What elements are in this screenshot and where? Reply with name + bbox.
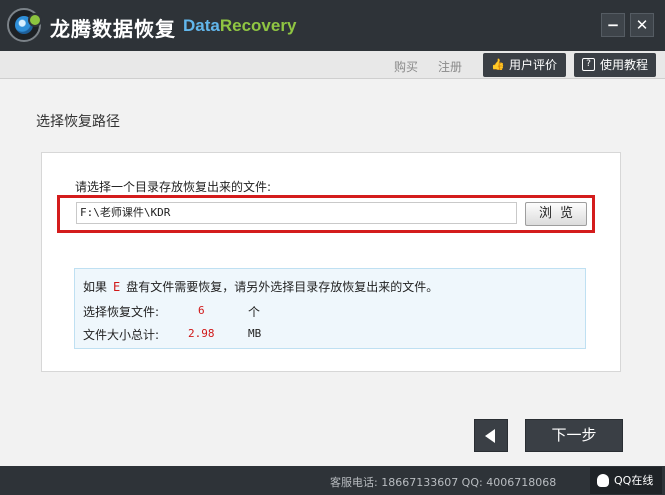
qq-online-label: QQ在线: [614, 474, 654, 487]
path-panel: 请选择一个目录存放恢复出来的文件: F:\老师课件\KDR 浏览 如果 E 盘有文件…: [41, 152, 621, 372]
top-toolbar: 购买 注册 👍 用户评价 ? 使用教程: [0, 51, 665, 79]
register-link[interactable]: 注册: [438, 58, 462, 75]
total-size-unit: MB: [248, 327, 262, 340]
total-size-value: 2.98: [188, 327, 215, 340]
minimize-icon: −: [606, 16, 620, 34]
user-reviews-button[interactable]: 👍 用户评价: [483, 53, 566, 77]
brand-part-data: Data: [183, 16, 220, 35]
next-step-button[interactable]: 下一步: [525, 419, 623, 452]
path-selection-highlight: F:\老师课件\KDR 浏览: [57, 195, 595, 233]
help-book-icon: ?: [582, 58, 595, 71]
source-drive-letter: E: [113, 280, 121, 294]
files-count-label: 选择恢复文件:: [83, 305, 160, 319]
tutorial-button[interactable]: ? 使用教程: [574, 53, 656, 77]
brand-logo-text: DataRecovery: [183, 16, 296, 36]
close-button[interactable]: ✕: [630, 13, 654, 37]
qq-online-button[interactable]: QQ在线: [590, 467, 662, 494]
app-title: 龙腾数据恢复: [50, 17, 176, 41]
drive-warning: 如果 E 盘有文件需要恢复，请另外选择目录存放恢复出来的文件。: [83, 280, 439, 294]
files-count-value: 6: [198, 304, 205, 317]
total-size-label: 文件大小总计:: [83, 328, 160, 342]
section-title: 选择恢复路径: [36, 114, 120, 130]
close-icon: ✕: [635, 16, 649, 34]
qq-penguin-icon: [597, 474, 609, 487]
tutorial-label: 使用教程: [600, 58, 649, 72]
save-path-input[interactable]: F:\老师课件\KDR: [76, 202, 517, 224]
browse-button[interactable]: 浏览: [525, 202, 587, 226]
recovery-info-box: 如果 E 盘有文件需要恢复，请另外选择目录存放恢复出来的文件。 选择恢复文件: 6 …: [74, 268, 586, 349]
app-logo-icon: [7, 8, 42, 42]
files-count-unit: 个: [248, 305, 261, 319]
title-bar: 龙腾数据恢复 DataRecovery − ✕: [0, 0, 665, 51]
contact-info: 客服电话: 18667133607 QQ: 4006718068: [330, 476, 557, 489]
back-button[interactable]: [474, 419, 508, 452]
status-bar: 客服电话: 18667133607 QQ: 4006718068 QQ在线: [0, 466, 665, 495]
minimize-button[interactable]: −: [601, 13, 625, 37]
buy-link[interactable]: 购买: [394, 58, 418, 75]
thumbs-up-icon: 👍: [491, 58, 505, 71]
user-reviews-label: 用户评价: [509, 58, 558, 72]
brand-part-recovery: Recovery: [219, 16, 297, 35]
select-folder-prompt: 请选择一个目录存放恢复出来的文件:: [75, 180, 272, 194]
